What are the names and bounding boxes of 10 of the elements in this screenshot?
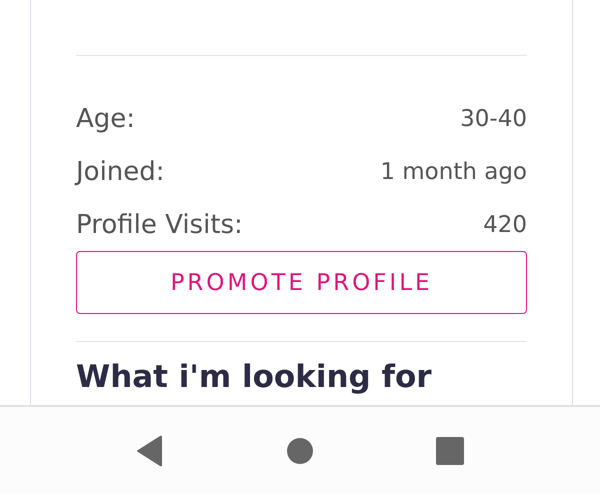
stat-label: Age: — [76, 104, 136, 134]
stat-value: 1 month ago — [380, 158, 527, 184]
stat-value: 30-40 — [460, 106, 527, 132]
section-heading: What i'm looking for — [76, 360, 433, 394]
stat-value: 420 — [483, 212, 527, 238]
stat-label: Joined: — [76, 156, 165, 186]
home-icon[interactable] — [286, 436, 314, 464]
stat-label: Profile Visits: — [76, 210, 243, 240]
promote-profile-button[interactable]: PROMOTE PROFILE — [76, 251, 527, 314]
recents-icon[interactable] — [434, 436, 465, 466]
